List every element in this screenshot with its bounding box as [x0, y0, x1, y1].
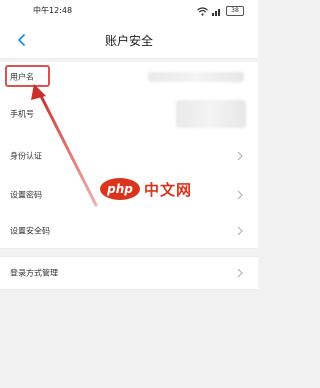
watermark-text: 中文网 — [144, 180, 193, 199]
watermark-logo: php — [100, 178, 140, 200]
watermark: php 中文网 — [100, 178, 192, 200]
